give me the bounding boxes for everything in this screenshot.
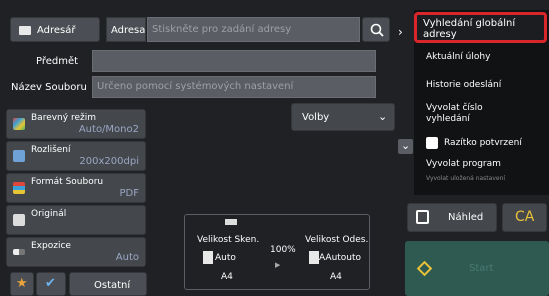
zoom-value: 100% <box>270 245 296 255</box>
recall-program-label: Vyvolat program <box>426 159 501 169</box>
current-tasks-item[interactable]: Aktuální úlohy <box>418 52 549 63</box>
color-mode-label: Barevný režim <box>31 113 96 123</box>
file-format-icon <box>13 182 25 194</box>
start-diamond-icon <box>416 260 433 277</box>
scan-size-label: Velikost Sken. <box>197 235 260 245</box>
scan-auto-value: Auto <box>215 253 236 263</box>
send-auto-value: AAutouto <box>319 253 362 263</box>
exposure-icon <box>13 249 25 255</box>
original-label: Originál <box>31 209 67 219</box>
sender-stamp-label: Razítko potvrzení <box>444 138 522 148</box>
start-button[interactable]: Start <box>405 241 549 296</box>
current-tasks-label: Aktuální úlohy <box>426 52 491 62</box>
chevron-down-icon: ⌄ <box>401 139 411 152</box>
original-icon <box>13 214 25 226</box>
recall-search-number-item[interactable]: Vyvolat číslo vyhledání <box>418 103 528 125</box>
subject-input[interactable] <box>92 50 376 72</box>
exposure-value: Auto <box>115 252 139 263</box>
address-label-text: Adresa <box>111 25 146 36</box>
size-preview-box: Velikost Sken. Velikost Odes. 100% Auto … <box>184 214 370 290</box>
preview-icon <box>416 210 429 224</box>
options-label: Volby <box>302 112 330 123</box>
recall-saved-settings: Vyvolat uložená nastavení <box>418 173 549 184</box>
favorite-button[interactable]: ★ <box>10 272 34 296</box>
clear-all-button[interactable]: CA <box>502 203 547 232</box>
check-icon: ✔ <box>45 276 56 291</box>
address-label: Adresa <box>106 17 146 42</box>
confirm-button[interactable]: ✔ <box>36 272 66 296</box>
file-format-value: PDF <box>119 188 139 199</box>
color-mode-setting[interactable]: Barevný režim Auto/Mono2 <box>6 109 146 139</box>
exposure-label: Expozice <box>31 241 71 251</box>
address-input[interactable]: Stiskněte pro zadání adresy <box>147 17 360 42</box>
panel-scroll-down-button[interactable]: ⌄ <box>398 139 413 154</box>
stamp-checkbox[interactable] <box>426 137 438 149</box>
start-label: Start <box>469 263 494 274</box>
send-history-item[interactable]: Historie odeslání <box>418 80 549 91</box>
panel-toggle-chevron-icon[interactable]: › <box>398 25 403 39</box>
resolution-icon <box>13 150 25 162</box>
search-icon <box>370 23 384 37</box>
filename-input[interactable]: Určeno pomocí systémových nastavení <box>92 76 376 98</box>
recall-program-item[interactable]: Vyvolat program <box>418 159 549 170</box>
scan-paper-icon <box>203 251 213 264</box>
send-paper-icon <box>309 251 319 264</box>
original-setting[interactable]: Originál <box>6 205 146 235</box>
search-button[interactable] <box>362 17 390 42</box>
clear-all-label: CA <box>515 209 535 225</box>
recall-search-number-label: Vyvolat číslo vyhledání <box>426 103 483 124</box>
send-size-label: Velikost Odes. <box>305 235 369 245</box>
color-mode-icon <box>13 118 25 130</box>
others-label: Ostatní <box>94 280 131 291</box>
color-mode-value: Auto/Mono2 <box>78 124 139 135</box>
preview-button[interactable]: Náhled <box>407 203 497 232</box>
global-address-search-item[interactable]: Vyhledání globální adresy <box>414 12 547 43</box>
send-paper-value: A4 <box>330 272 342 282</box>
scan-paper-value: A4 <box>221 272 233 282</box>
star-icon: ★ <box>16 276 28 291</box>
filename-placeholder: Určeno pomocí systémových nastavení <box>97 81 294 92</box>
address-book-label: Adresář <box>37 25 76 36</box>
chevron-down-icon: ⌄ <box>378 110 388 123</box>
preview-label: Náhled <box>448 212 484 223</box>
resolution-setting[interactable]: Rozlišení 200x200dpi <box>6 141 146 171</box>
resolution-value: 200x200dpi <box>79 156 139 167</box>
file-format-setting[interactable]: Formát Souboru PDF <box>6 173 146 203</box>
others-button[interactable]: Ostatní <box>69 272 147 296</box>
arrow-right-icon: ▶ <box>275 261 281 269</box>
address-book-icon <box>19 26 31 35</box>
filename-label: Název Souboru <box>11 82 87 93</box>
global-address-search-label: Vyhledání globální adresy <box>423 18 516 40</box>
resolution-label: Rozlišení <box>31 145 71 155</box>
recall-saved-settings-label: Vyvolat uložená nastavení <box>426 175 506 182</box>
scan-doc-icon <box>225 219 237 225</box>
file-format-label: Formát Souboru <box>31 177 104 187</box>
address-book-button[interactable]: Adresář <box>10 17 100 42</box>
exposure-setting[interactable]: Expozice Auto <box>6 237 146 267</box>
options-dropdown[interactable]: Volby ⌄ <box>291 103 395 131</box>
subject-label: Předmět <box>36 56 79 67</box>
send-history-label: Historie odeslání <box>426 80 502 90</box>
address-placeholder: Stiskněte pro zadání adresy <box>152 24 292 35</box>
